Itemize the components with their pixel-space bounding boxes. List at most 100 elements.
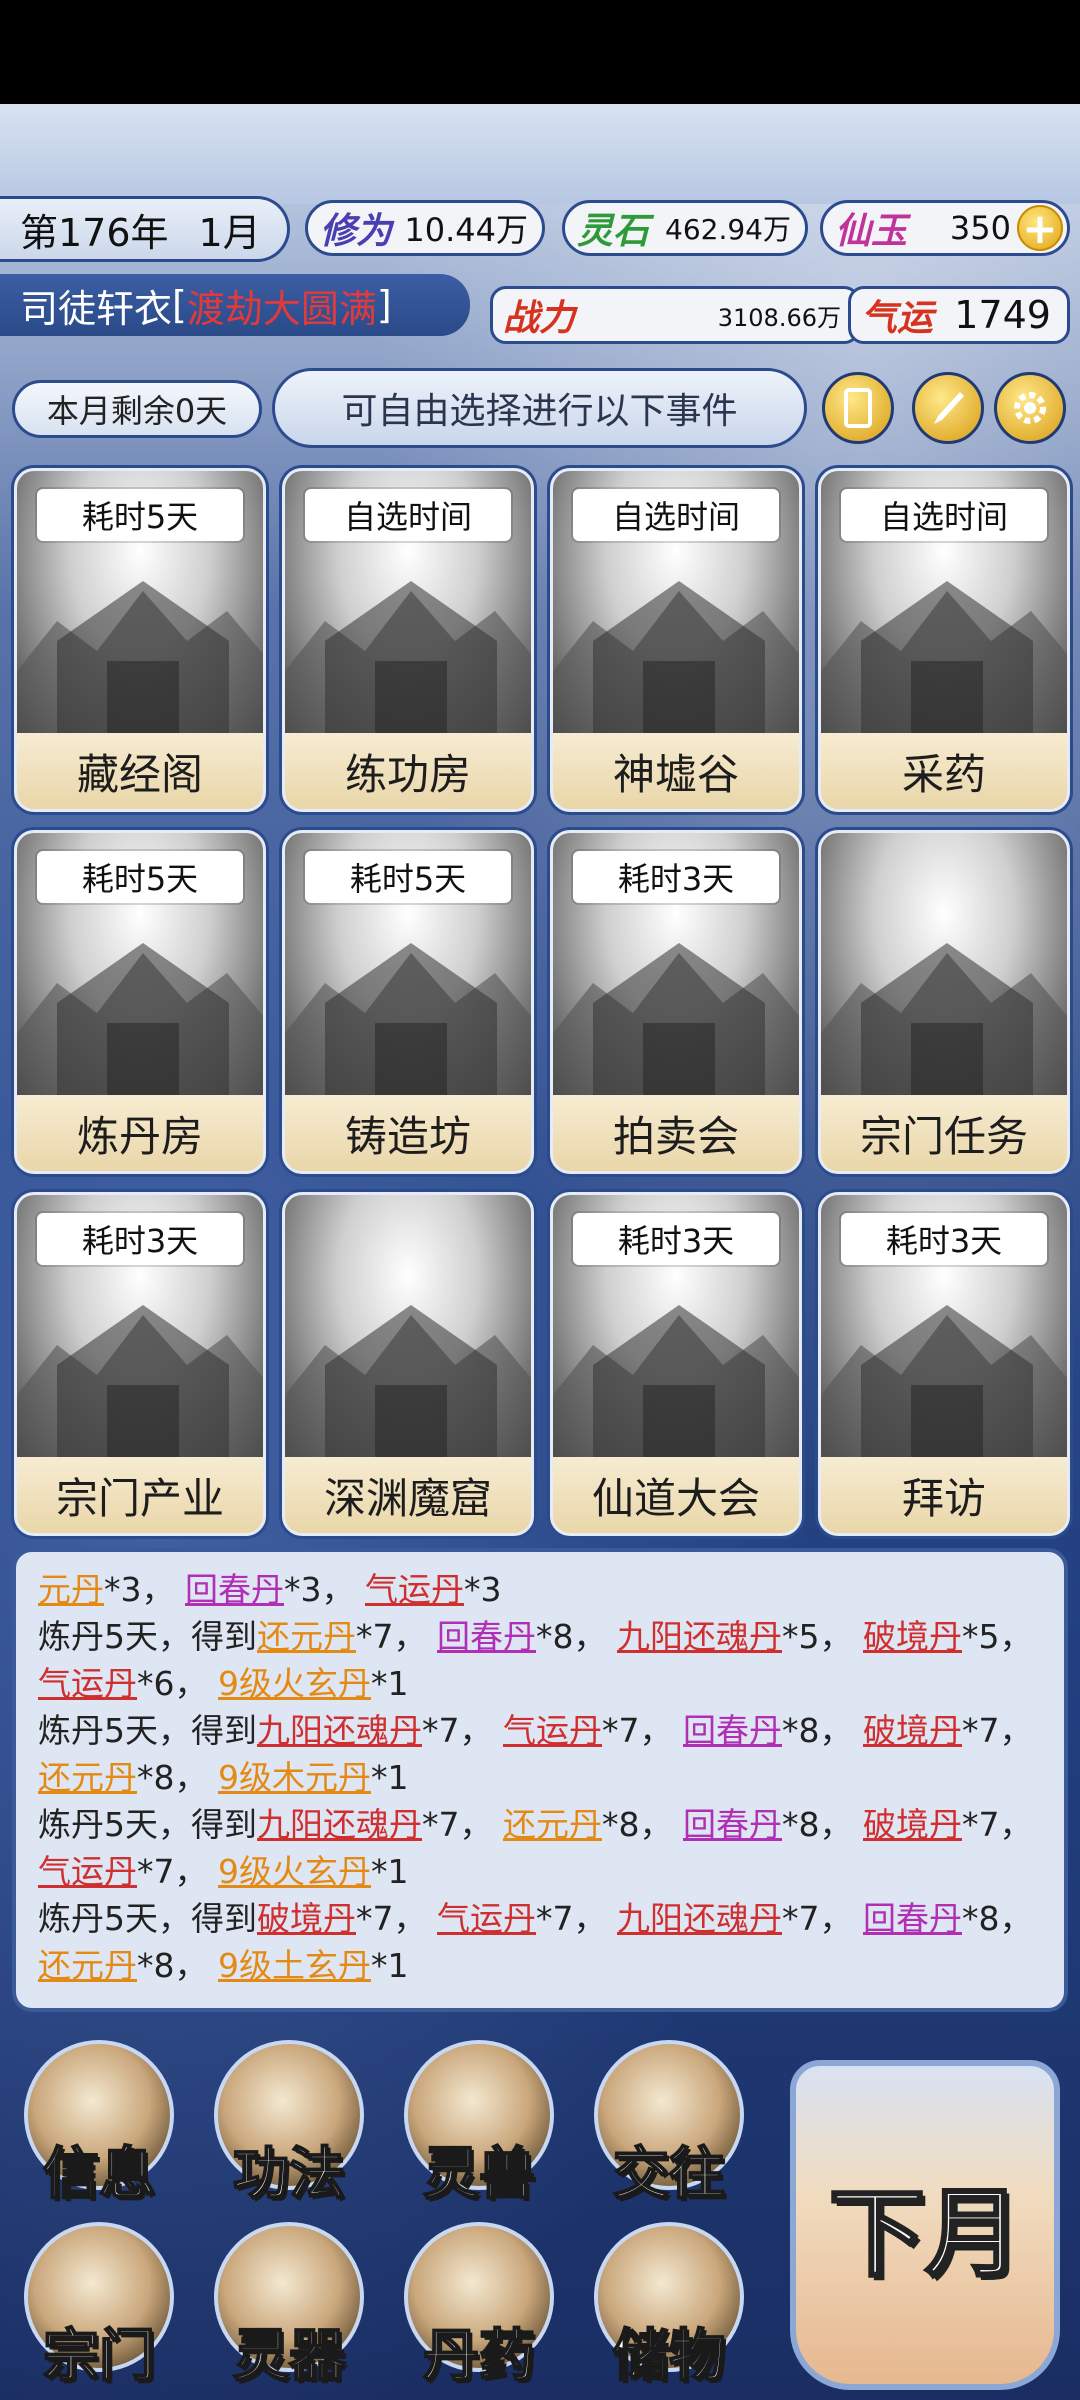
event-card[interactable]: 自选时间 采药: [818, 468, 1070, 812]
event-card[interactable]: 耗时3天 宗门产业: [14, 1192, 266, 1536]
realm-bracket-open: [: [172, 283, 187, 327]
log-text: *5，: [962, 1617, 1033, 1656]
log-text: *3，: [284, 1570, 355, 1609]
menu-info-button[interactable]: 信息: [10, 2040, 188, 2210]
menu-lingqi-button[interactable]: 灵器: [200, 2222, 378, 2392]
event-card[interactable]: 自选时间 练功房: [282, 468, 534, 812]
event-card[interactable]: 自选时间 神墟谷: [550, 468, 802, 812]
event-label: 深渊魔窟: [285, 1457, 531, 1533]
item-link[interactable]: 九阳还魂丹: [257, 1805, 422, 1844]
scroll-icon[interactable]: [822, 372, 894, 444]
zhanli-stat: 战力 3108.66万: [490, 286, 860, 344]
item-link[interactable]: 回春丹: [185, 1570, 284, 1609]
add-xianyu-button[interactable]: +: [1017, 205, 1063, 251]
item-link[interactable]: 回春丹: [683, 1711, 782, 1750]
log-text: *7，: [782, 1899, 853, 1938]
log-text: *7，: [536, 1899, 607, 1938]
event-time-badge: 耗时5天: [305, 851, 511, 903]
qiyun-label: 气运: [861, 297, 934, 339]
event-card[interactable]: 耗时5天 藏经阁: [14, 468, 266, 812]
menu-jiaowang-button[interactable]: 交往: [580, 2040, 758, 2210]
qiyun-value: 1749: [954, 293, 1051, 337]
log-text: *7，: [422, 1805, 493, 1844]
next-month-button[interactable]: 下月: [790, 2060, 1060, 2390]
menu-gongfa-button[interactable]: 功法: [200, 2040, 378, 2210]
lingshi-resource: 灵石 462.94万: [562, 200, 808, 256]
event-label: 宗门产业: [17, 1457, 263, 1533]
item-link[interactable]: 回春丹: [863, 1899, 962, 1938]
menu-zongmen-label: 宗门: [42, 2322, 156, 2390]
year-label: 第176年: [20, 210, 169, 255]
item-link[interactable]: 9级火玄丹: [218, 1852, 371, 1891]
item-link[interactable]: 9级土玄丹: [218, 1946, 371, 1985]
item-link[interactable]: 破境丹: [863, 1805, 962, 1844]
event-card[interactable]: 耗时3天拜访: [818, 1192, 1070, 1536]
event-prompt: 可自由选择进行以下事件: [272, 368, 807, 448]
settings-gear-icon[interactable]: [994, 372, 1066, 444]
event-card[interactable]: 宗门任务: [818, 830, 1070, 1174]
item-link[interactable]: 还元丹: [38, 1946, 137, 1985]
event-time-badge: 耗时3天: [841, 1213, 1047, 1265]
log-text: *7，: [602, 1711, 673, 1750]
item-link[interactable]: 还元丹: [257, 1617, 356, 1656]
log-text: 炼丹5天，得到: [38, 1805, 257, 1844]
menu-gongfa-label: 功法: [232, 2140, 346, 2208]
menu-info-label: 信息: [42, 2140, 156, 2208]
item-link[interactable]: 气运丹: [38, 1852, 137, 1891]
event-label: 炼丹房: [17, 1095, 263, 1171]
item-link[interactable]: 9级木元丹: [218, 1758, 371, 1797]
log-line: 炼丹5天，得到还元丹*7， 回春丹*8， 九阳还魂丹*5， 破境丹*5， 气运丹…: [38, 1613, 1042, 1707]
event-time-badge: 耗时3天: [573, 851, 779, 903]
item-link[interactable]: 九阳还魂丹: [617, 1617, 782, 1656]
event-time-badge: 耗时3天: [573, 1213, 779, 1265]
log-line: 炼丹5天，得到破境丹*7， 气运丹*7， 九阳还魂丹*7， 回春丹*8， 还元丹…: [38, 1895, 1042, 1989]
log-text: 炼丹5天，得到: [38, 1899, 257, 1938]
item-link[interactable]: 破境丹: [863, 1617, 962, 1656]
item-link[interactable]: 气运丹: [38, 1664, 137, 1703]
xianyu-resource: 仙玉 350 +: [820, 200, 1070, 256]
xianyu-label: 仙玉: [835, 210, 908, 252]
character-name-box[interactable]: 司徒轩衣 [ 渡劫大圆满 ]: [0, 274, 470, 336]
xianyu-value: 350: [949, 209, 1011, 247]
log-text: *1: [371, 1664, 409, 1703]
item-link[interactable]: 回春丹: [683, 1805, 782, 1844]
event-artwork: [285, 1195, 531, 1463]
item-link[interactable]: 破境丹: [257, 1899, 356, 1938]
menu-danyao-button[interactable]: 丹药: [390, 2222, 568, 2392]
log-text: *8，: [782, 1805, 853, 1844]
brush-icon[interactable]: [912, 372, 984, 444]
item-link[interactable]: 气运丹: [365, 1570, 464, 1609]
event-card[interactable]: 耗时5天 铸造坊: [282, 830, 534, 1174]
character-realm: 渡劫大圆满: [186, 286, 377, 331]
log-line: 炼丹5天，得到九阳还魂丹*7， 气运丹*7， 回春丹*8， 破境丹*7， 还元丹…: [38, 1707, 1042, 1801]
item-link[interactable]: 元丹: [38, 1570, 104, 1609]
item-link[interactable]: 九阳还魂丹: [617, 1899, 782, 1938]
month-label: 1月: [198, 210, 261, 255]
item-link[interactable]: 九阳还魂丹: [257, 1711, 422, 1750]
item-link[interactable]: 还元丹: [38, 1758, 137, 1797]
log-text: *7，: [962, 1711, 1033, 1750]
item-link[interactable]: 气运丹: [437, 1899, 536, 1938]
menu-lingshou-button[interactable]: 灵兽: [390, 2040, 568, 2210]
item-link[interactable]: 气运丹: [503, 1711, 602, 1750]
log-text: *7，: [356, 1617, 427, 1656]
event-label: 仙道大会: [553, 1457, 799, 1533]
log-text: *5，: [782, 1617, 853, 1656]
item-link[interactable]: 破境丹: [863, 1711, 962, 1750]
xiuwei-value: 10.44万: [404, 211, 528, 249]
log-text: *3: [464, 1570, 502, 1609]
menu-chuwu-button[interactable]: 储物: [580, 2222, 758, 2392]
item-link[interactable]: 还元丹: [503, 1805, 602, 1844]
menu-chuwu-label: 储物: [612, 2322, 726, 2390]
menu-zongmen-button[interactable]: 宗门: [10, 2222, 188, 2392]
event-artwork: [821, 833, 1067, 1101]
item-link[interactable]: 9级火玄丹: [218, 1664, 371, 1703]
event-card[interactable]: 深渊魔窟: [282, 1192, 534, 1536]
event-label: 拜访: [821, 1457, 1067, 1533]
event-card[interactable]: 耗时3天 拍卖会: [550, 830, 802, 1174]
realm-bracket-close: ]: [376, 283, 392, 327]
item-link[interactable]: 回春丹: [437, 1617, 536, 1656]
log-text: *7，: [356, 1899, 427, 1938]
event-card[interactable]: 耗时3天仙道大会: [550, 1192, 802, 1536]
event-card[interactable]: 耗时5天 炼丹房: [14, 830, 266, 1174]
